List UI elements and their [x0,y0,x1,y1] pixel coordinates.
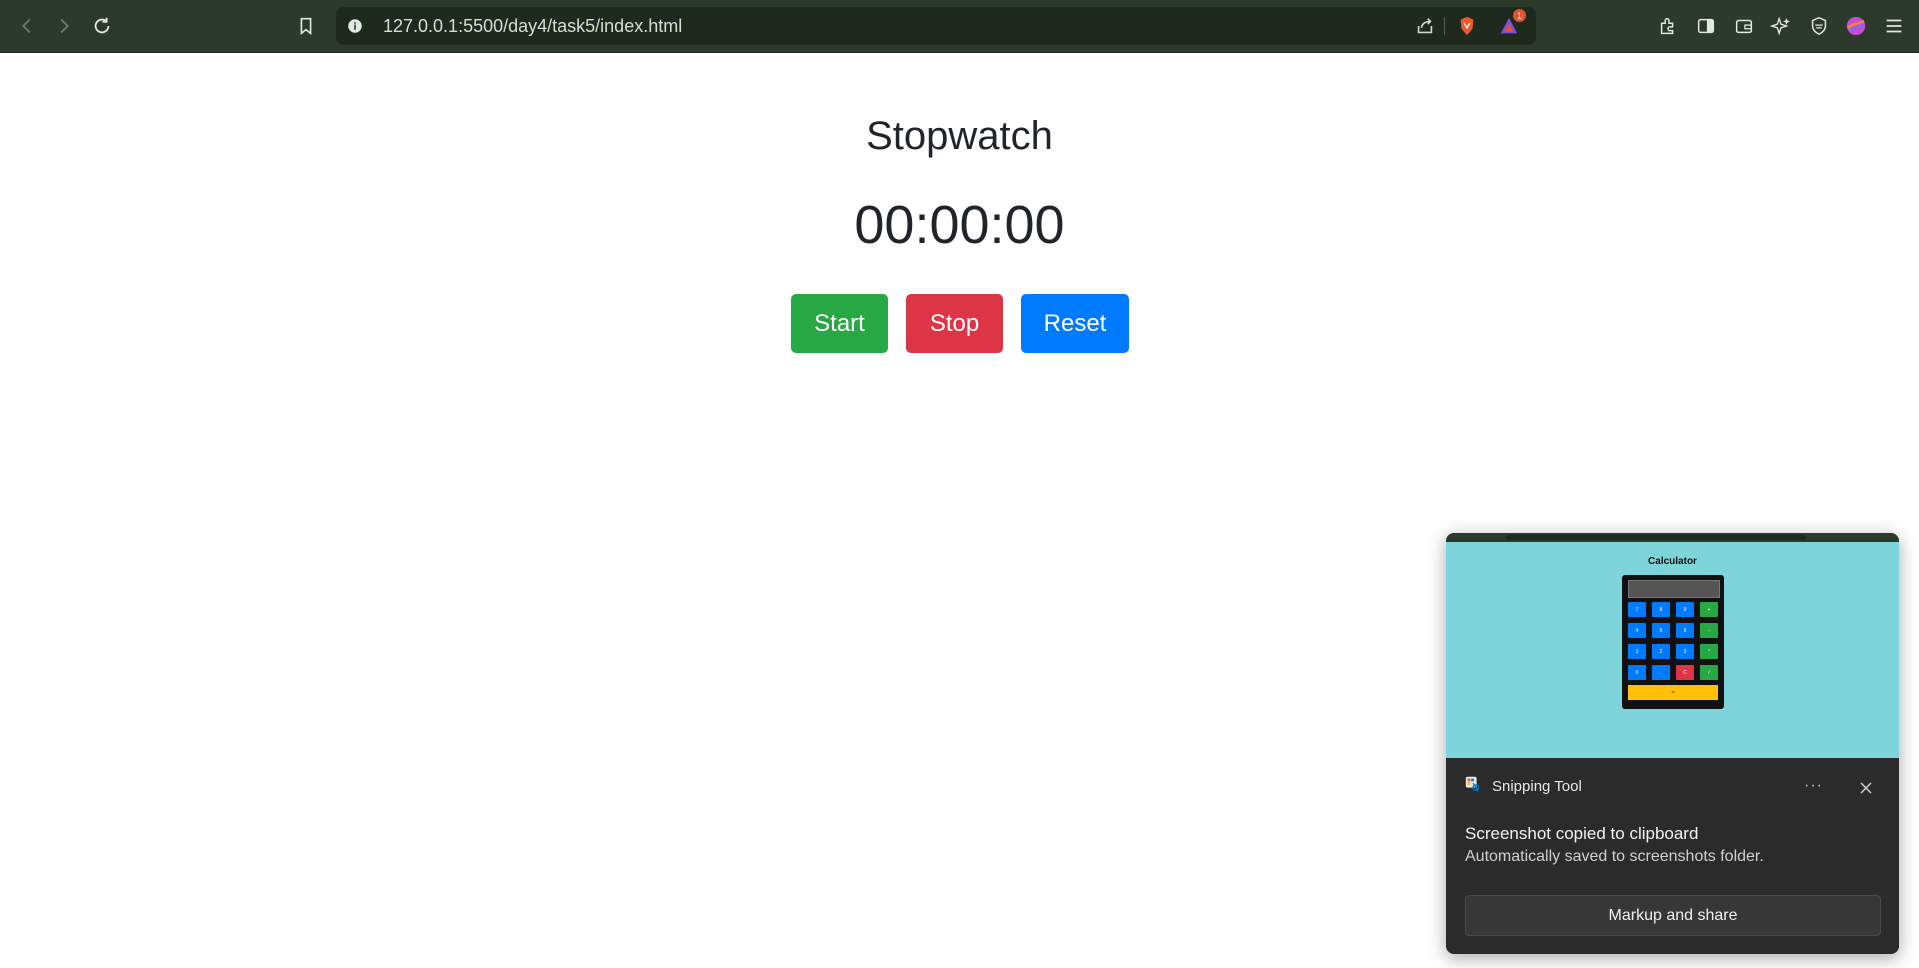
thumbnail-browser-bar [1446,533,1899,542]
stop-button[interactable]: Stop [906,294,1003,353]
thumbnail-calculator-display [1628,580,1720,598]
calc-key: * [1700,644,1718,659]
calc-key: 6 [1676,623,1694,638]
calc-key: / [1700,665,1718,680]
thumbnail-calculator-title: Calculator [1648,556,1697,567]
stopwatch-display: 00:00:00 [854,195,1065,255]
calc-key: . [1652,665,1670,680]
url-divider [1444,17,1445,35]
brave-rewards-icon[interactable]: 1 [1496,9,1526,39]
snipping-tool-toast[interactable]: Calculator 7 8 9 + 4 5 6 - 1 2 3 * 0 . C… [1446,533,1899,954]
thumbnail-calculator: 7 8 9 + 4 5 6 - 1 2 3 * 0 . C / = [1622,575,1724,709]
calc-key: 9 [1676,602,1694,617]
sidebar-icon[interactable] [1693,13,1719,39]
url-text[interactable]: 127.0.0.1:5500/day4/task5/index.html [383,16,682,37]
calc-key: 0 [1628,665,1646,680]
toast-app-name: Snipping Tool [1492,778,1582,795]
calc-key: 1 [1628,644,1646,659]
calc-key: C [1676,665,1694,680]
profile-icon[interactable] [1843,13,1869,39]
extensions-icon[interactable] [1655,13,1681,39]
bookmark-icon[interactable] [293,13,319,39]
brave-shields-icon[interactable] [1454,13,1480,39]
share-icon[interactable] [1412,13,1438,39]
more-options-icon[interactable]: ··· [1804,777,1823,795]
menu-icon[interactable] [1881,13,1907,39]
screenshot-thumbnail[interactable]: Calculator 7 8 9 + 4 5 6 - 1 2 3 * 0 . C… [1446,533,1899,758]
toast-app-header: Snipping Tool [1464,775,1582,798]
toast-subtext: Automatically saved to screenshots folde… [1465,848,1764,865]
thumbnail-url-bar [1506,535,1806,540]
calc-key: 8 [1652,602,1670,617]
browser-toolbar: 127.0.0.1:5500/day4/task5/index.html 1 [0,0,1919,53]
markup-and-share-button[interactable]: Markup and share [1465,895,1881,936]
toast-heading: Screenshot copied to clipboard [1465,824,1699,843]
calc-key: 5 [1652,623,1670,638]
calc-key: 3 [1676,644,1694,659]
calc-key: 7 [1628,602,1646,617]
leo-ai-icon[interactable] [1768,13,1794,39]
reload-icon[interactable] [89,13,115,39]
wallet-icon[interactable] [1731,13,1757,39]
start-button[interactable]: Start [791,294,888,353]
vpn-icon[interactable] [1806,13,1832,39]
calc-key: + [1700,602,1718,617]
address-bar[interactable]: 127.0.0.1:5500/day4/task5/index.html 1 [336,7,1536,45]
calc-key: 4 [1628,623,1646,638]
forward-icon[interactable] [51,13,77,39]
close-icon[interactable] [1856,778,1876,798]
rewards-badge: 1 [1513,9,1526,22]
calc-key: 2 [1652,644,1670,659]
snipping-tool-icon [1464,775,1482,798]
reset-button[interactable]: Reset [1021,294,1129,353]
back-icon[interactable] [14,13,40,39]
calc-equals-key: = [1628,685,1718,700]
site-info-icon[interactable] [344,15,366,37]
page-title: Stopwatch [866,114,1053,158]
calc-key: - [1700,623,1718,638]
